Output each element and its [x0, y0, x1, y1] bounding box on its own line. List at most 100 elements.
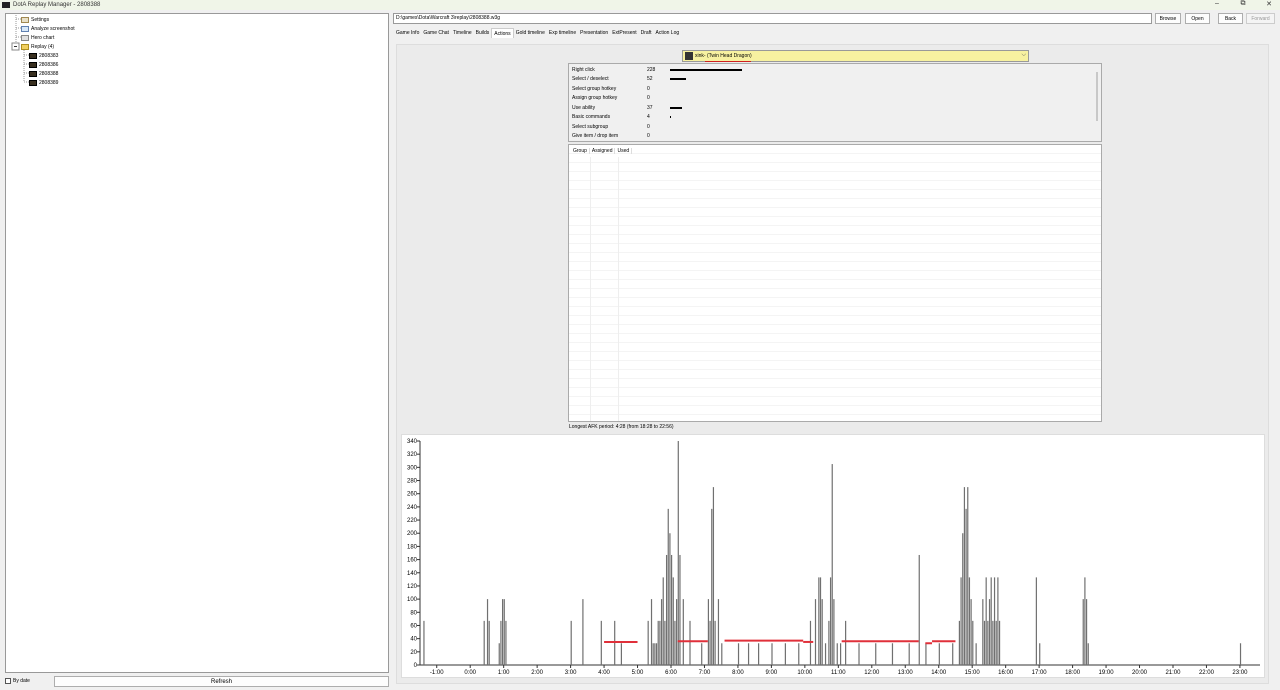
actions-bar [925, 643, 927, 665]
actions-bar [501, 599, 504, 665]
stat-label: Basic commands [572, 114, 611, 120]
y-tick-label: 0 [414, 663, 418, 669]
tab-presentation[interactable]: Presentation [578, 28, 610, 38]
column-divider [618, 157, 619, 421]
actions-bar [952, 643, 954, 665]
screenshot-icon [21, 25, 29, 32]
actions-bar [995, 620, 997, 665]
actions-bar [968, 577, 971, 665]
actions-bar [665, 554, 668, 665]
stat-label: Assign group hotkey [572, 95, 618, 101]
x-tick-label: 0:00 [464, 670, 476, 676]
tree-item-settings[interactable]: Settings [21, 15, 49, 24]
actions-bar [488, 620, 490, 665]
back-button[interactable]: Back [1218, 13, 1243, 24]
replay-tree[interactable]: Settings Analyze screenshot Hero chart R… [5, 13, 389, 673]
stat-row: Select group hotkey 0 [572, 84, 670, 93]
replay-icon [29, 79, 37, 86]
actions-bar [875, 643, 877, 665]
tab-extpresent[interactable]: ExtPresent [610, 28, 638, 38]
tree-item-replay-folder[interactable]: Replay (4) [21, 42, 54, 51]
actions-bar [833, 599, 835, 665]
actions-bar [664, 620, 666, 665]
scrollbar[interactable] [1096, 72, 1098, 121]
actions-bar [960, 577, 962, 665]
close-button[interactable]: ✕ [1264, 0, 1274, 8]
tree-item-hero-chart[interactable]: Hero chart [21, 33, 54, 42]
x-tick-label: 9:00 [766, 670, 778, 676]
actions-bar [677, 441, 679, 665]
actions-bar [582, 599, 584, 665]
actions-bar [654, 643, 656, 665]
column-assigned[interactable]: Assigned [590, 148, 616, 154]
actions-bar [784, 643, 786, 665]
tree-item-replay[interactable]: 2808389 [29, 78, 58, 87]
tab-draft[interactable]: Draft [639, 28, 654, 38]
x-tick-label: 15:00 [965, 670, 981, 676]
actions-bar [958, 620, 961, 665]
actions-bar [712, 487, 715, 665]
actions-bar [679, 554, 681, 665]
actions-bar [721, 643, 723, 665]
actions-bar [486, 599, 489, 665]
x-tick-label: 11:00 [831, 670, 846, 676]
column-used[interactable]: Used [615, 148, 633, 154]
tab-game-info[interactable]: Game Info [394, 28, 421, 38]
checkbox-box[interactable] [5, 678, 11, 684]
stat-value: 0 [647, 123, 650, 130]
maximize-button[interactable]: ⧉ [1238, 0, 1248, 8]
actions-bar [709, 620, 711, 665]
replay-path-input[interactable]: D:\games\Dota\Warcraft 3\replay\2808388.… [393, 13, 1152, 24]
actions-bar [701, 643, 703, 665]
hero-portrait-icon [685, 52, 693, 60]
stat-label: Right click [572, 66, 595, 73]
forward-button[interactable]: Forward [1246, 13, 1275, 24]
actions-bar [667, 508, 669, 665]
action-stats-list[interactable]: Right click 228 Select / deselect 52 Select … [568, 63, 1102, 142]
chevron-down-icon[interactable]: ⌵ [1021, 52, 1026, 59]
actions-bar [669, 533, 671, 665]
actions-bar [858, 643, 860, 665]
tab-builds[interactable]: Builds [474, 28, 492, 38]
y-tick-label: 80 [410, 610, 417, 616]
actions-bar [938, 643, 940, 665]
tab-gold-timeline[interactable]: Gold timeline [514, 28, 547, 38]
tab-actions[interactable]: Actions [491, 28, 514, 38]
actions-bar [821, 599, 823, 665]
x-tick-label: 8:00 [732, 670, 744, 676]
column-group[interactable]: Group [571, 148, 590, 154]
actions-bar [1239, 643, 1242, 665]
stat-value: 37 [647, 104, 653, 111]
refresh-button[interactable]: Refresh [54, 676, 389, 687]
y-tick-label: 240 [407, 505, 418, 511]
actions-bar [963, 487, 966, 665]
actions-bar [659, 620, 661, 665]
apm-chart-svg: 0 20 40 60 80 100 120 140 160 180 200 220 240 260 280 3… [407, 439, 1260, 676]
browse-button[interactable]: Browse [1155, 13, 1181, 24]
x-tick-label: 13:00 [898, 670, 914, 676]
y-tick-label: 320 [407, 452, 418, 458]
tree-item-replay[interactable]: 2808383 [29, 51, 58, 60]
tab-game-chat[interactable]: Game Chat [421, 28, 451, 38]
actions-bar [962, 533, 964, 665]
tree-item-analyze-screenshot[interactable]: Analyze screenshot [21, 24, 75, 33]
minimize-button[interactable]: – [1212, 0, 1222, 8]
tab-exp-timeline[interactable]: Exp timeline [547, 28, 578, 38]
x-tick-label: 12:00 [864, 670, 880, 676]
actions-bar [737, 643, 740, 665]
open-button[interactable]: Open [1185, 13, 1210, 24]
actions-bar [717, 599, 720, 665]
y-tick-label: 280 [407, 479, 418, 485]
tree-item-replay[interactable]: 2808386 [29, 60, 58, 69]
actions-bar [423, 620, 425, 665]
x-tick-label: -1:00 [430, 670, 444, 676]
apm-chart: 0 20 40 60 80 100 120 140 160 180 200 220 240 260 280 3… [401, 434, 1265, 678]
stat-value: 0 [647, 95, 650, 101]
tab-action-log[interactable]: Action Log [654, 28, 682, 38]
actions-bar [707, 599, 710, 665]
tree-item-replay[interactable]: 2808388 [29, 69, 58, 78]
by-date-checkbox[interactable]: By date [5, 678, 30, 684]
hotkey-group-table[interactable]: Group Assigned Used [568, 144, 1102, 422]
tab-timeline[interactable]: Timeline [451, 28, 474, 38]
x-tick-label: 10:00 [797, 670, 813, 676]
